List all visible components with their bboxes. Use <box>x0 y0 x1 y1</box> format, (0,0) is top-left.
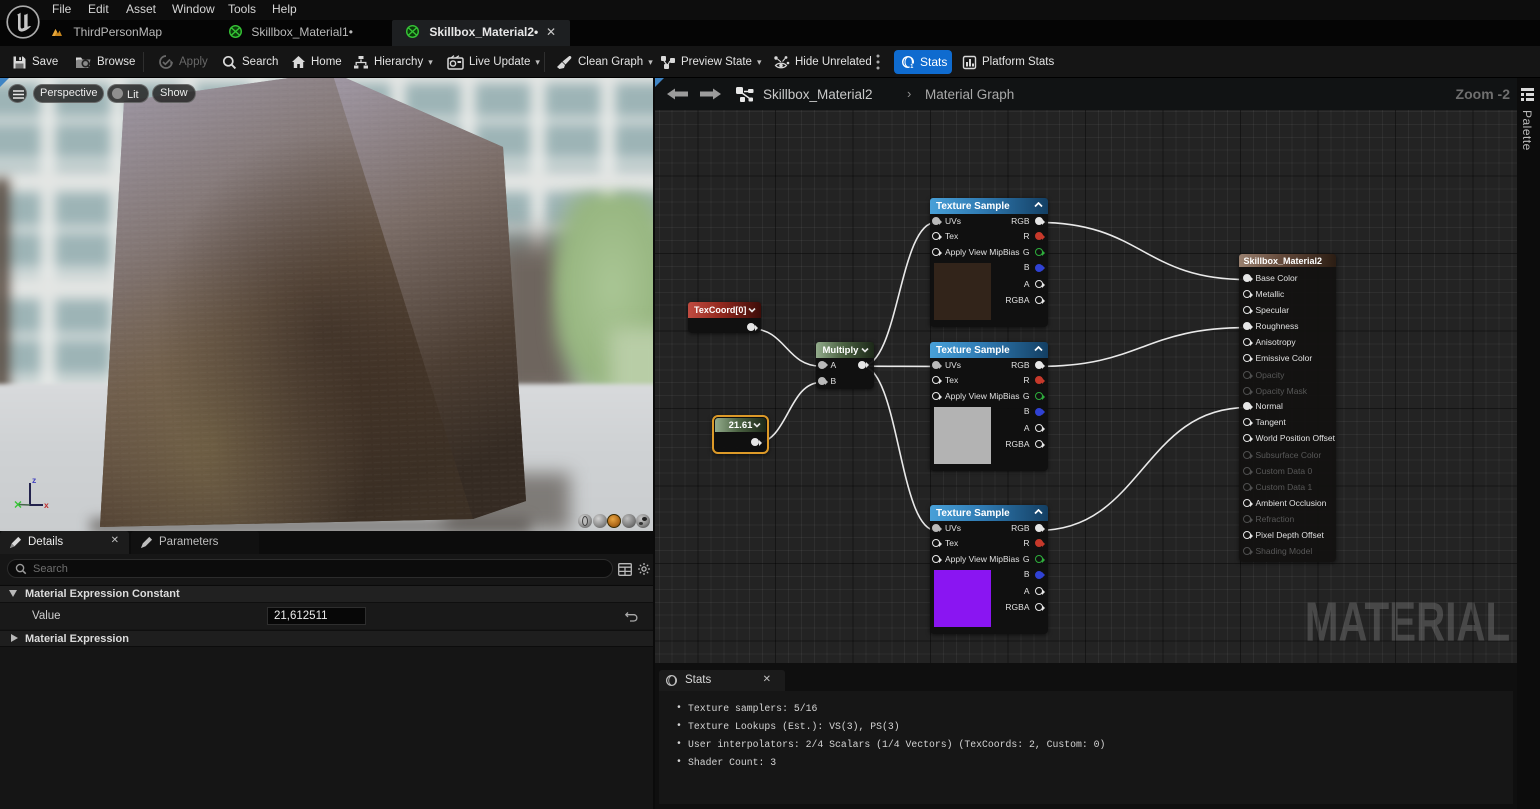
svg-text:1: 1 <box>910 64 913 69</box>
svg-text:z: z <box>32 476 36 485</box>
svg-text:x: x <box>44 500 49 510</box>
